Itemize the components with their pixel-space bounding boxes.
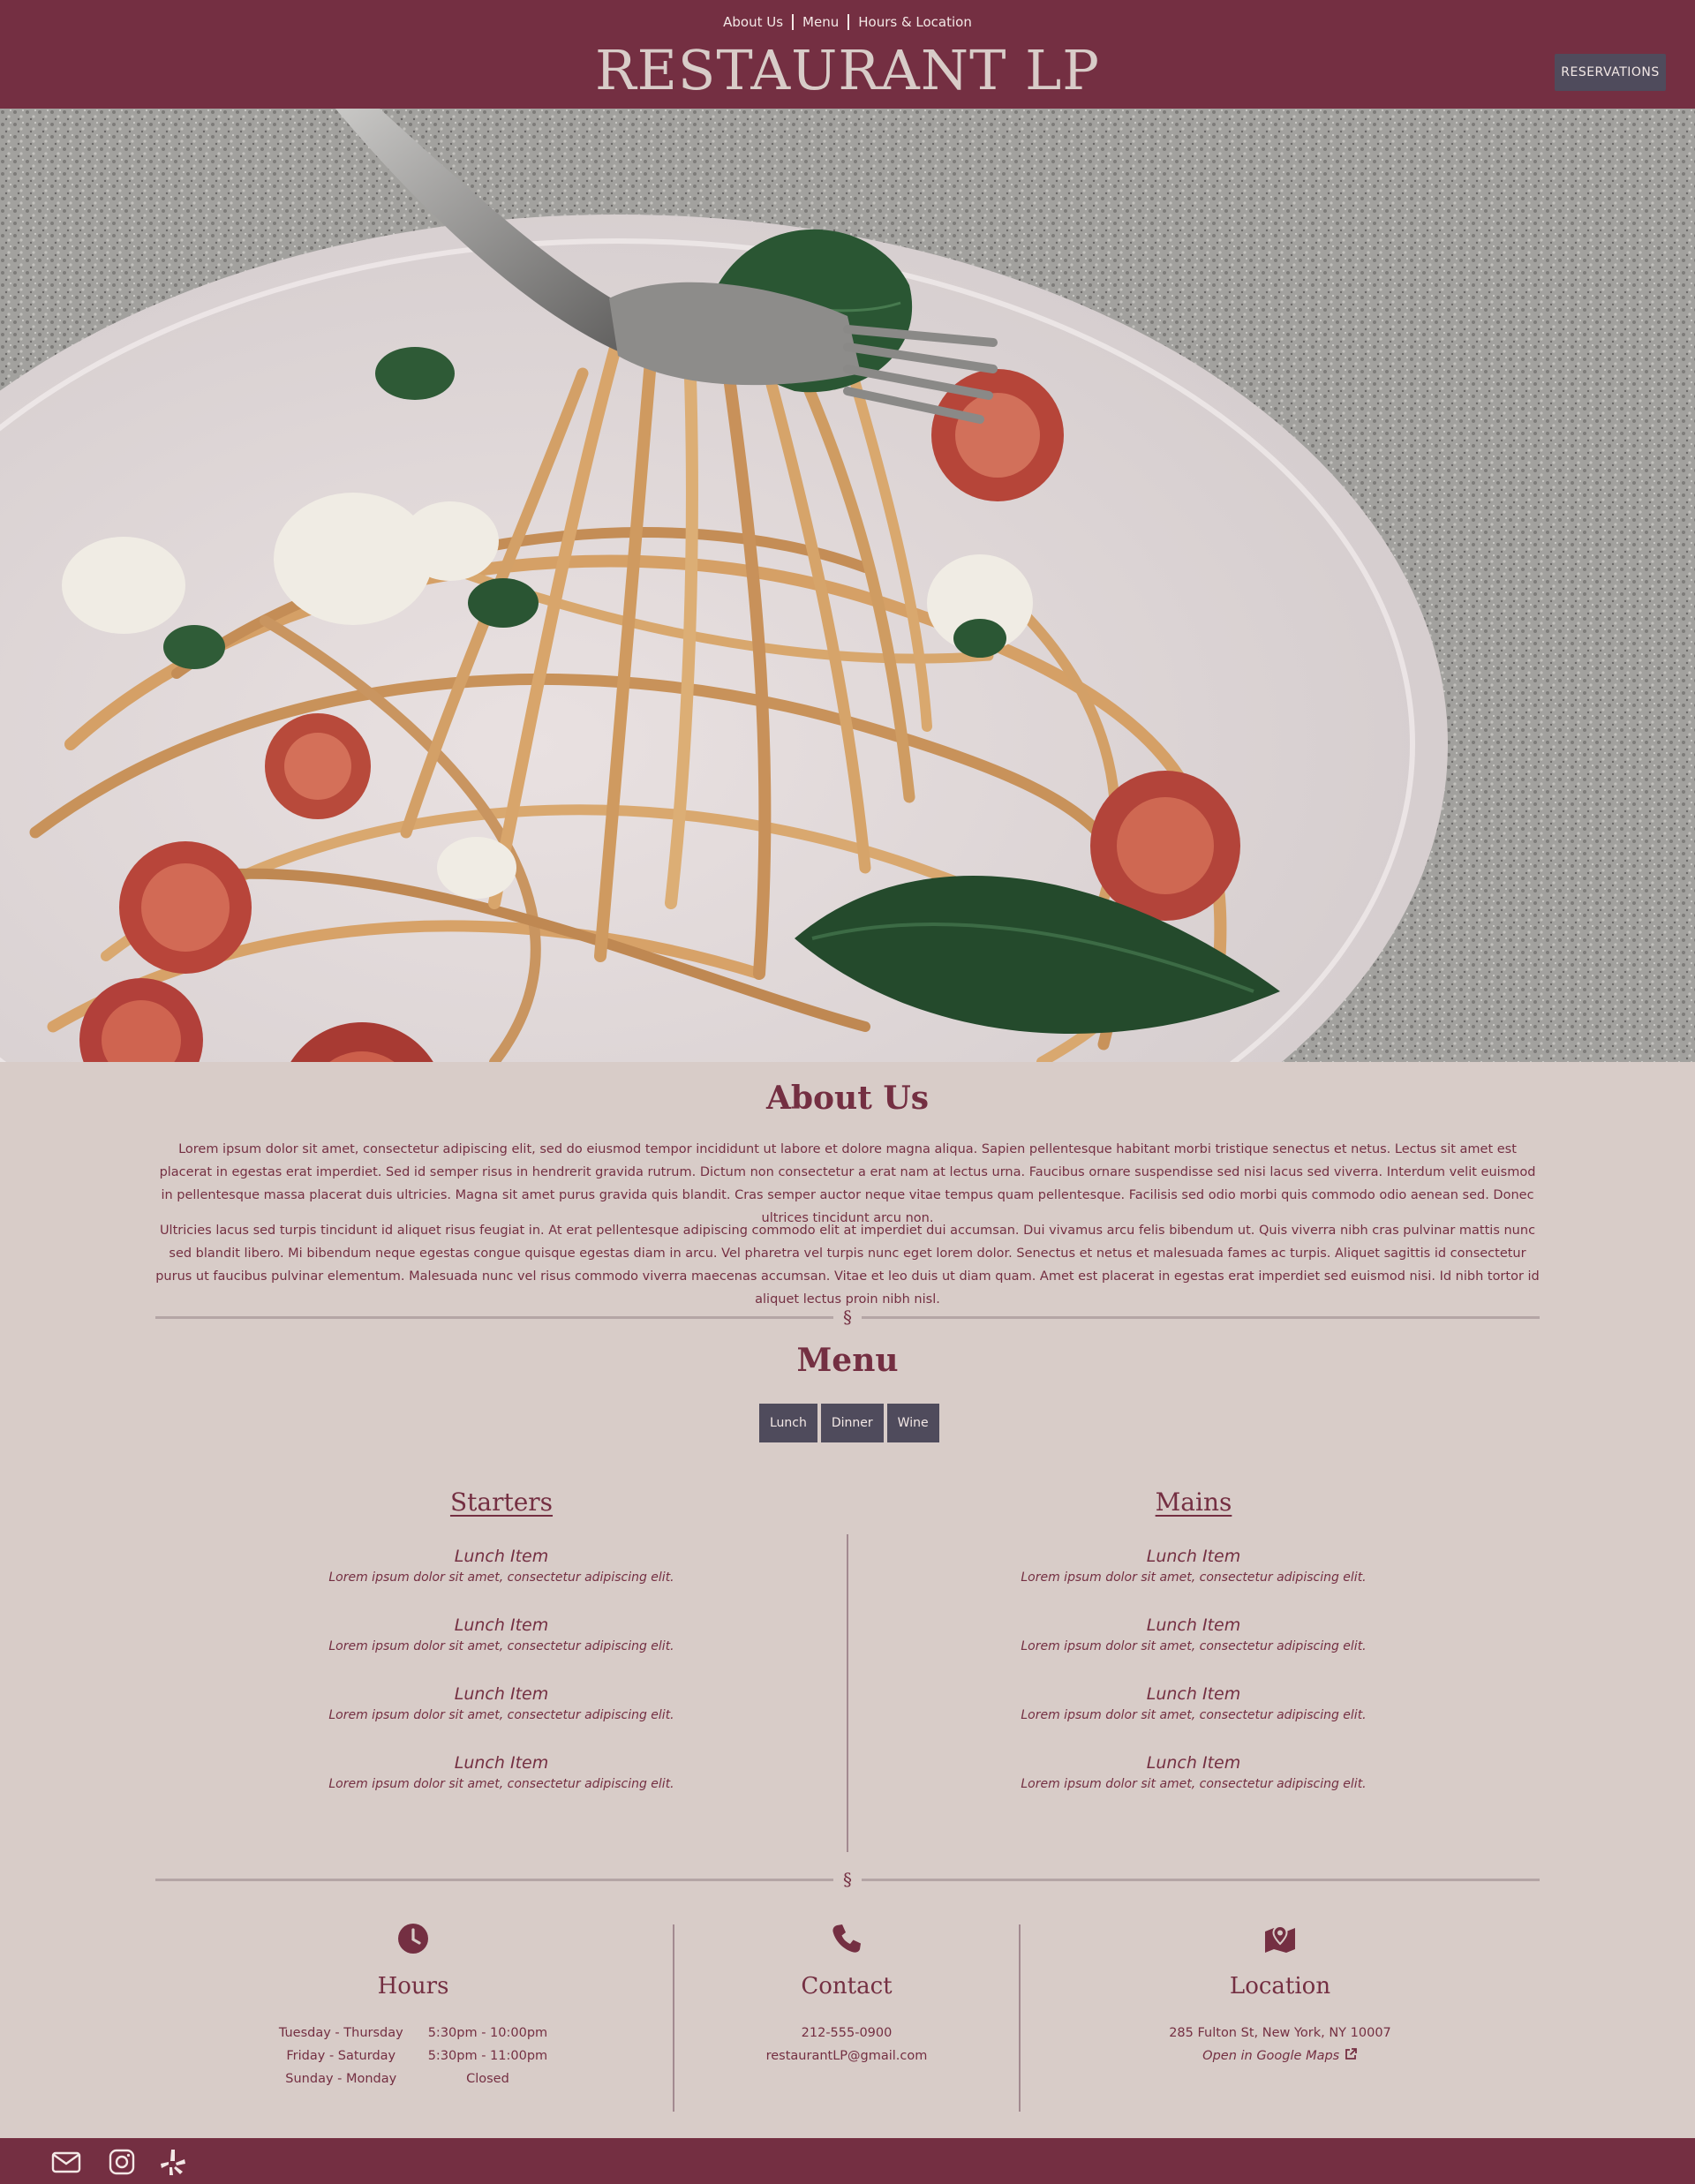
nav-link-menu[interactable]: Menu — [794, 13, 848, 31]
menu-item: Lunch Item Lorem ipsum dolor sit amet, c… — [840, 1614, 1547, 1656]
menu-item-desc: Lorem ipsum dolor sit amet, consectetur … — [328, 1777, 674, 1791]
menu-item: Lunch Item Lorem ipsum dolor sit amet, c… — [148, 1683, 855, 1725]
about-paragraph: Ultricies lacus sed turpis tincidunt id … — [155, 1224, 1540, 1307]
reservations-button[interactable]: RESERVATIONS — [1555, 54, 1666, 91]
hours-time: Closed — [466, 2072, 509, 2086]
hours-days: Sunday - Monday — [285, 2072, 397, 2086]
site-footer — [0, 2138, 1695, 2184]
contact-email[interactable]: restaurantLP@gmail.com — [689, 2045, 1005, 2067]
yelp-icon[interactable] — [158, 2147, 188, 2177]
menu-item-desc: Lorem ipsum dolor sit amet, consectetur … — [1021, 1570, 1367, 1585]
clock-icon — [398, 1924, 428, 1954]
google-maps-link-label: Open in Google Maps — [1202, 2049, 1340, 2063]
spaghetti-photo — [0, 109, 1695, 1062]
section-mark: § — [833, 1869, 862, 1890]
hours-days: Tuesday - Thursday — [278, 2026, 403, 2040]
menu-item-desc: Lorem ipsum dolor sit amet, consectetur … — [1021, 1639, 1367, 1653]
starters-column: Starters Lunch Item Lorem ipsum dolor si… — [148, 1483, 855, 1794]
site-logo[interactable]: RESTAURANT LP — [0, 35, 1695, 106]
menu-item-desc: Lorem ipsum dolor sit amet, consectetur … — [328, 1570, 674, 1585]
menu-item: Lunch Item Lorem ipsum dolor sit amet, c… — [148, 1614, 855, 1656]
menu-item: Lunch Item Lorem ipsum dolor sit amet, c… — [840, 1751, 1547, 1794]
hours-body: Tuesday - Thursday 5:30pm - 10:00pm Frid… — [237, 2022, 590, 2090]
hours-row: Sunday - Monday Closed — [267, 2067, 560, 2090]
contact-phone[interactable]: 212-555-0900 — [689, 2022, 1005, 2045]
hours-section: Hours Tuesday - Thursday 5:30pm - 10:00p… — [237, 1921, 590, 2090]
menu-item-name: Lunch Item — [1146, 1753, 1241, 1773]
info-column-divider — [673, 1924, 674, 2112]
hours-row: Friday - Saturday 5:30pm - 11:00pm — [267, 2045, 560, 2067]
location-body: 285 Fulton St, New York, NY 10007 Open i… — [1051, 2022, 1510, 2067]
menu-item-name: Lunch Item — [454, 1615, 549, 1635]
google-maps-link[interactable]: Open in Google Maps — [1202, 2048, 1358, 2063]
menu-item-name: Lunch Item — [1146, 1615, 1241, 1635]
menu-item-desc: Lorem ipsum dolor sit amet, consectetur … — [1021, 1708, 1367, 1722]
hours-row: Tuesday - Thursday 5:30pm - 10:00pm — [267, 2022, 560, 2045]
menu-item-name: Lunch Item — [454, 1547, 549, 1566]
hero-image — [0, 109, 1695, 1062]
map-icon — [1265, 1924, 1295, 1953]
location-section: Location 285 Fulton St, New York, NY 100… — [1051, 1921, 1510, 2067]
instagram-icon[interactable] — [107, 2147, 137, 2177]
location-title: Location — [1229, 1973, 1331, 1999]
site-header: About Us Menu Hours & Location RESTAURAN… — [0, 0, 1695, 109]
nav-link-about[interactable]: About Us — [714, 13, 792, 31]
menu-item: Lunch Item Lorem ipsum dolor sit amet, c… — [148, 1751, 855, 1794]
nav-link-hours-location[interactable]: Hours & Location — [849, 13, 981, 31]
phone-icon — [832, 1924, 861, 1953]
contact-title: Contact — [801, 1973, 893, 1999]
info-column-divider — [1019, 1924, 1021, 2112]
menu-item-desc: Lorem ipsum dolor sit amet, consectetur … — [328, 1639, 674, 1653]
mains-column: Mains Lunch Item Lorem ipsum dolor sit a… — [840, 1483, 1547, 1794]
external-link-icon — [1345, 2048, 1357, 2060]
top-nav: About Us Menu Hours & Location — [0, 13, 1695, 31]
menu-item-desc: Lorem ipsum dolor sit amet, consectetur … — [1021, 1777, 1367, 1791]
mains-title: Mains — [1155, 1487, 1232, 1517]
menu-item-name: Lunch Item — [454, 1684, 549, 1704]
menu-title: Menu — [796, 1342, 899, 1379]
about-paragraph: Lorem ipsum dolor sit amet, consectetur … — [159, 1142, 1536, 1225]
hours-time: 5:30pm - 10:00pm — [427, 2026, 548, 2040]
about-title: About Us — [765, 1080, 930, 1117]
mail-icon[interactable] — [51, 2147, 81, 2177]
hours-days: Friday - Saturday — [286, 2049, 396, 2063]
menu-item-desc: Lorem ipsum dolor sit amet, consectetur … — [328, 1708, 674, 1722]
tab-wine[interactable]: Wine — [886, 1404, 939, 1442]
menu-item: Lunch Item Lorem ipsum dolor sit amet, c… — [840, 1683, 1547, 1725]
hours-time: 5:30pm - 11:00pm — [427, 2049, 548, 2063]
hours-title: Hours — [377, 1973, 449, 1999]
menu-item: Lunch Item Lorem ipsum dolor sit amet, c… — [148, 1545, 855, 1587]
contact-section: Contact 212-555-0900 restaurantLP@gmail.… — [689, 1921, 1005, 2067]
menu-item: Lunch Item Lorem ipsum dolor sit amet, c… — [840, 1545, 1547, 1587]
menu-tabs: Lunch Dinner Wine — [759, 1404, 939, 1442]
location-address: 285 Fulton St, New York, NY 10007 — [1169, 2026, 1391, 2040]
tab-lunch[interactable]: Lunch — [759, 1404, 817, 1442]
menu-item-name: Lunch Item — [1146, 1684, 1241, 1704]
section-mark: § — [833, 1307, 862, 1328]
menu-item-name: Lunch Item — [454, 1753, 549, 1773]
starters-title: Starters — [449, 1487, 554, 1517]
hours-table: Tuesday - Thursday 5:30pm - 10:00pm Frid… — [267, 2022, 560, 2090]
tab-dinner[interactable]: Dinner — [820, 1404, 884, 1442]
contact-body: 212-555-0900 restaurantLP@gmail.com — [689, 2022, 1005, 2067]
menu-item-name: Lunch Item — [1146, 1547, 1241, 1566]
